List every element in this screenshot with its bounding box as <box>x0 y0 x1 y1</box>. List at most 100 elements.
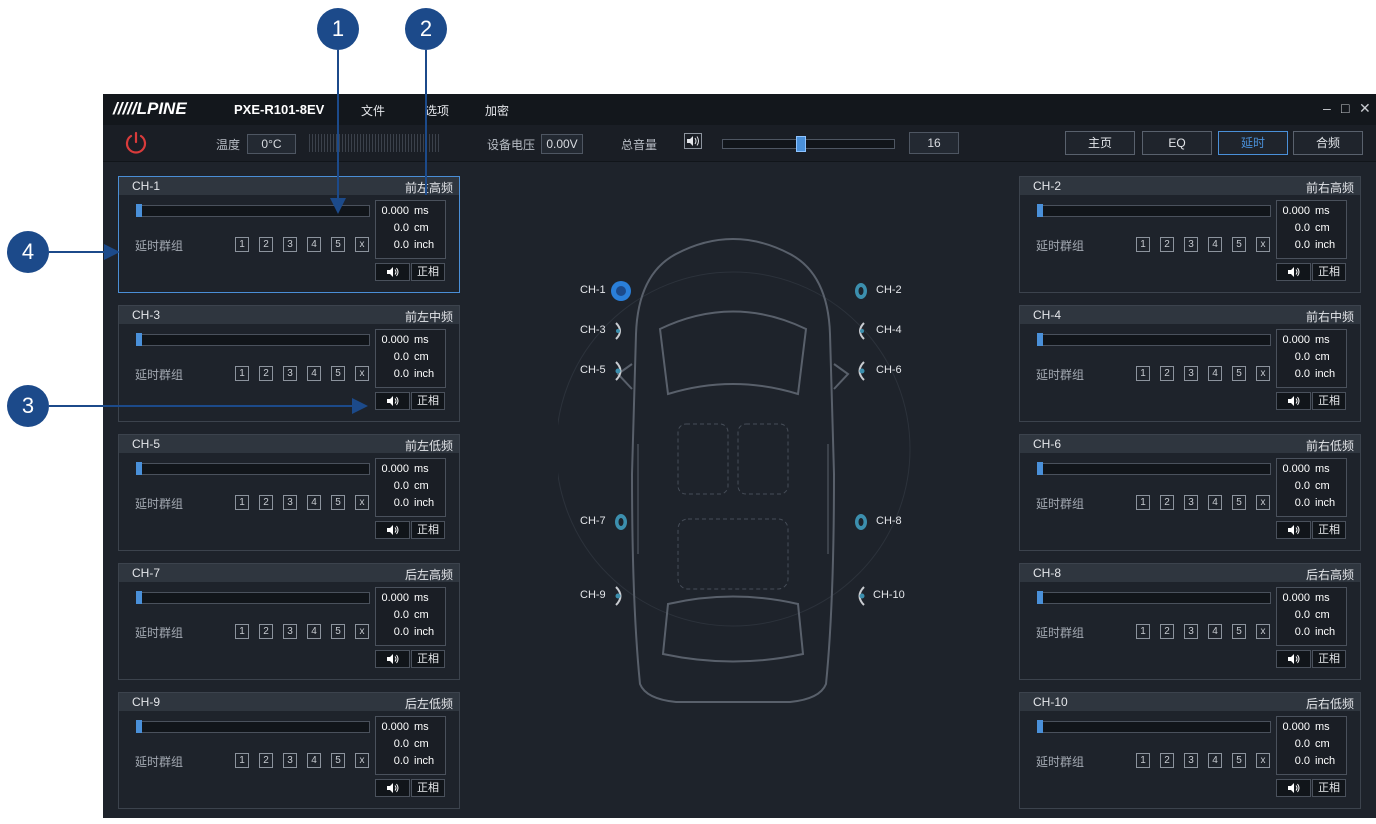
delay-group-button-x[interactable]: x <box>1256 237 1270 252</box>
delay-group-button-x[interactable]: x <box>355 624 369 639</box>
delay-group-button-3[interactable]: 3 <box>283 495 297 510</box>
nav-crossover-button[interactable]: 合频 <box>1293 131 1363 155</box>
delay-group-button-4[interactable]: 4 <box>307 366 321 381</box>
mute-button[interactable] <box>375 263 410 281</box>
delay-cm-value[interactable]: 0.0 <box>394 222 409 234</box>
mute-button[interactable] <box>1276 392 1311 410</box>
delay-group-button-3[interactable]: 3 <box>1184 495 1198 510</box>
delay-group-button-1[interactable]: 1 <box>235 624 249 639</box>
mute-button[interactable] <box>1276 263 1311 281</box>
channel-panel-ch-7[interactable]: CH-7 后左高频 0.000 ms 0.0 cm 0.0 inch 延时群组 1 2 3 4 5 x 正相 <box>118 563 460 680</box>
delay-group-button-x[interactable]: x <box>1256 624 1270 639</box>
delay-group-button-4[interactable]: 4 <box>1208 495 1222 510</box>
close-icon[interactable]: ✕ <box>1359 100 1371 117</box>
delay-group-button-2[interactable]: 2 <box>1160 237 1174 252</box>
delay-slider-thumb[interactable] <box>136 591 142 604</box>
channel-panel-ch-10[interactable]: CH-10 后右低频 0.000 ms 0.0 cm 0.0 inch 延时群组 1 2 3 4 5 x 正相 <box>1019 692 1361 809</box>
delay-ms-value[interactable]: 0.000 <box>381 721 409 733</box>
delay-group-button-4[interactable]: 4 <box>1208 753 1222 768</box>
delay-ms-value[interactable]: 0.000 <box>381 334 409 346</box>
delay-group-button-4[interactable]: 4 <box>307 237 321 252</box>
delay-group-button-1[interactable]: 1 <box>235 495 249 510</box>
nav-eq-button[interactable]: EQ <box>1142 131 1212 155</box>
delay-group-button-2[interactable]: 2 <box>259 237 273 252</box>
delay-slider-thumb[interactable] <box>1037 720 1043 733</box>
delay-group-button-1[interactable]: 1 <box>1136 624 1150 639</box>
delay-slider[interactable] <box>1037 204 1271 217</box>
delay-inch-value[interactable]: 0.0 <box>394 239 409 251</box>
delay-group-button-2[interactable]: 2 <box>259 495 273 510</box>
delay-group-button-5[interactable]: 5 <box>331 495 345 510</box>
mute-button[interactable] <box>375 392 410 410</box>
menu-encrypt[interactable]: 加密 <box>485 102 509 119</box>
delay-slider-thumb[interactable] <box>1037 462 1043 475</box>
delay-cm-value[interactable]: 0.0 <box>1295 351 1310 363</box>
channel-panel-ch-4[interactable]: CH-4 前右中频 0.000 ms 0.0 cm 0.0 inch 延时群组 1 2 3 4 5 x 正相 <box>1019 305 1361 422</box>
delay-group-button-x[interactable]: x <box>1256 495 1270 510</box>
channel-panel-ch-8[interactable]: CH-8 后右高频 0.000 ms 0.0 cm 0.0 inch 延时群组 1 2 3 4 5 x 正相 <box>1019 563 1361 680</box>
delay-slider-thumb[interactable] <box>136 204 142 217</box>
delay-group-button-1[interactable]: 1 <box>1136 237 1150 252</box>
delay-slider[interactable] <box>1037 591 1271 604</box>
delay-group-button-3[interactable]: 3 <box>283 624 297 639</box>
delay-group-button-1[interactable]: 1 <box>1136 366 1150 381</box>
delay-inch-value[interactable]: 0.0 <box>1295 368 1310 380</box>
delay-group-button-x[interactable]: x <box>355 366 369 381</box>
delay-group-button-5[interactable]: 5 <box>331 624 345 639</box>
delay-slider-thumb[interactable] <box>136 720 142 733</box>
delay-group-button-x[interactable]: x <box>355 237 369 252</box>
delay-group-button-1[interactable]: 1 <box>235 366 249 381</box>
phase-button[interactable]: 正相 <box>1312 263 1346 281</box>
delay-group-button-4[interactable]: 4 <box>307 495 321 510</box>
mute-button[interactable] <box>375 779 410 797</box>
delay-slider[interactable] <box>1037 462 1271 475</box>
phase-button[interactable]: 正相 <box>411 263 445 281</box>
delay-ms-value[interactable]: 0.000 <box>1282 463 1310 475</box>
delay-group-button-5[interactable]: 5 <box>331 366 345 381</box>
delay-group-button-3[interactable]: 3 <box>1184 624 1198 639</box>
delay-ms-value[interactable]: 0.000 <box>1282 721 1310 733</box>
delay-group-button-5[interactable]: 5 <box>331 237 345 252</box>
delay-group-button-x[interactable]: x <box>355 495 369 510</box>
delay-ms-value[interactable]: 0.000 <box>1282 205 1310 217</box>
delay-group-button-2[interactable]: 2 <box>1160 753 1174 768</box>
phase-button[interactable]: 正相 <box>411 521 445 539</box>
delay-slider[interactable] <box>136 462 370 475</box>
phase-button[interactable]: 正相 <box>1312 521 1346 539</box>
delay-group-button-4[interactable]: 4 <box>1208 366 1222 381</box>
delay-group-button-4[interactable]: 4 <box>1208 237 1222 252</box>
channel-panel-ch-2[interactable]: CH-2 前右高频 0.000 ms 0.0 cm 0.0 inch 延时群组 1 2 3 4 5 x 正相 <box>1019 176 1361 293</box>
channel-panel-ch-3[interactable]: CH-3 前左中频 0.000 ms 0.0 cm 0.0 inch 延时群组 1 2 3 4 5 x 正相 <box>118 305 460 422</box>
menu-file[interactable]: 文件 <box>361 102 385 119</box>
delay-group-button-5[interactable]: 5 <box>1232 237 1246 252</box>
delay-group-button-2[interactable]: 2 <box>259 366 273 381</box>
delay-inch-value[interactable]: 0.0 <box>1295 626 1310 638</box>
mute-button[interactable] <box>1276 650 1311 668</box>
delay-group-button-5[interactable]: 5 <box>331 753 345 768</box>
delay-group-button-1[interactable]: 1 <box>235 237 249 252</box>
delay-group-button-2[interactable]: 2 <box>1160 366 1174 381</box>
delay-inch-value[interactable]: 0.0 <box>394 626 409 638</box>
phase-button[interactable]: 正相 <box>1312 392 1346 410</box>
channel-panel-ch-6[interactable]: CH-6 前右低频 0.000 ms 0.0 cm 0.0 inch 延时群组 1 2 3 4 5 x 正相 <box>1019 434 1361 551</box>
delay-group-button-3[interactable]: 3 <box>283 237 297 252</box>
mute-button[interactable] <box>375 521 410 539</box>
delay-slider-thumb[interactable] <box>1037 333 1043 346</box>
delay-group-button-2[interactable]: 2 <box>1160 624 1174 639</box>
menu-options[interactable]: 选项 <box>425 102 449 119</box>
volume-slider[interactable] <box>722 136 895 152</box>
delay-slider-thumb[interactable] <box>136 333 142 346</box>
maximize-icon[interactable]: □ <box>1341 100 1349 116</box>
delay-group-button-5[interactable]: 5 <box>1232 753 1246 768</box>
delay-ms-value[interactable]: 0.000 <box>381 463 409 475</box>
delay-slider-thumb[interactable] <box>1037 591 1043 604</box>
delay-group-button-2[interactable]: 2 <box>259 624 273 639</box>
delay-cm-value[interactable]: 0.0 <box>1295 609 1310 621</box>
delay-group-button-1[interactable]: 1 <box>1136 495 1150 510</box>
delay-inch-value[interactable]: 0.0 <box>394 755 409 767</box>
delay-slider[interactable] <box>136 204 370 217</box>
delay-inch-value[interactable]: 0.0 <box>1295 239 1310 251</box>
delay-inch-value[interactable]: 0.0 <box>394 368 409 380</box>
delay-slider-thumb[interactable] <box>136 462 142 475</box>
channel-panel-ch-5[interactable]: CH-5 前左低频 0.000 ms 0.0 cm 0.0 inch 延时群组 1 2 3 4 5 x 正相 <box>118 434 460 551</box>
